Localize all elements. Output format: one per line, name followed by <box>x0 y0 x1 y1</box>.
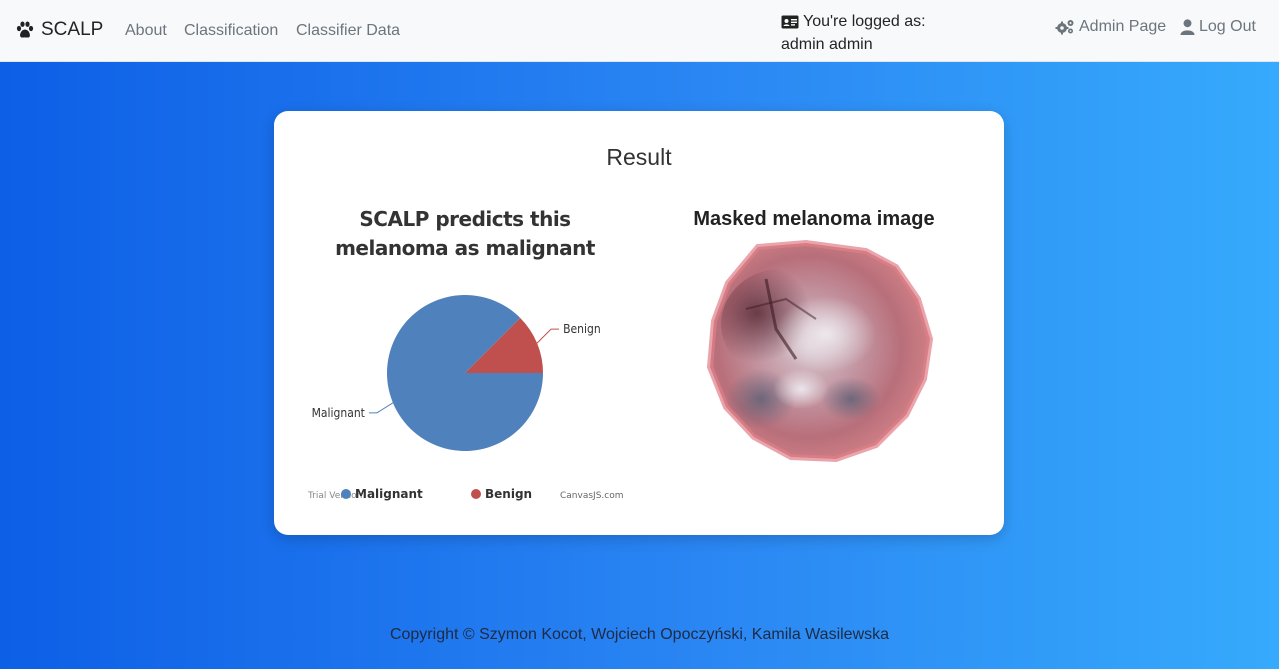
admin-page-link[interactable]: Admin Page <box>1055 18 1166 36</box>
log-out-link[interactable]: Log Out <box>1180 18 1256 36</box>
nav-classification[interactable]: Classification <box>184 22 278 40</box>
image-title: Masked melanoma image <box>693 208 935 230</box>
paw-icon <box>16 21 34 38</box>
id-card-icon <box>781 15 799 28</box>
nav-about[interactable]: About <box>125 22 167 40</box>
logged-user-info: You're logged as: admin admin <box>781 10 926 56</box>
result-card: Result SCALP predicts this melanoma as m… <box>274 111 1004 535</box>
user-icon <box>1180 19 1195 35</box>
logged-username: admin admin <box>781 36 873 53</box>
navbar: SCALP About Classification Classifier Da… <box>0 0 1279 62</box>
result-title: Result <box>606 144 672 170</box>
logged-as-label: You're logged as: <box>803 13 926 30</box>
legend-label-malignant: Malignant <box>355 487 423 501</box>
gears-icon <box>1055 20 1074 35</box>
nav-classifier-data[interactable]: Classifier Data <box>296 22 400 40</box>
brand-name: SCALP <box>41 19 104 40</box>
chart-title: SCALP predicts this melanoma as malignan… <box>335 207 595 260</box>
pie-connector-benign <box>536 328 560 344</box>
pie-connector-malignant <box>368 402 394 414</box>
legend-label-benign: Benign <box>485 487 532 501</box>
pie-label-benign: Benign <box>563 322 601 336</box>
pie-chart: Trial VersionBenignMalignantMalignant Ben… <box>307 295 623 501</box>
admin-page-label: Admin Page <box>1079 18 1167 35</box>
masked-melanoma-image <box>706 239 934 463</box>
log-out-label: Log Out <box>1199 18 1256 35</box>
legend-marker-malignant <box>341 489 351 499</box>
footer-copyright: Copyright © Szymon Kocot, Wojciech Opocz… <box>389 626 890 643</box>
pie-slice-malignant[interactable] <box>387 295 543 452</box>
legend-marker-benign <box>471 489 481 499</box>
pie-label-malignant: Malignant <box>312 406 365 420</box>
canvasjs-credit: CanvasJS.com <box>560 491 623 501</box>
brand-link[interactable]: SCALP <box>15 19 103 41</box>
